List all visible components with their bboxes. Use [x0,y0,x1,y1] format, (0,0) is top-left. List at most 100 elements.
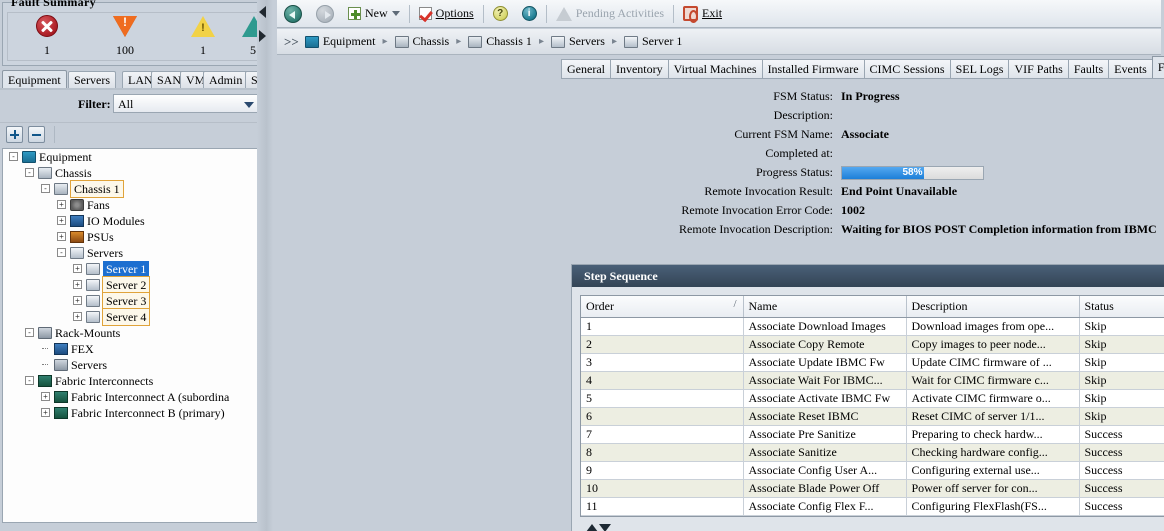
column-header-description[interactable]: Description [906,296,1080,318]
table-row[interactable]: 9 Associate Config User A... Configuring e… [581,461,1164,480]
left-tab-equipment[interactable]: Equipment [2,70,67,89]
tab-cimc-sessions[interactable]: CIMC Sessions [863,59,951,78]
table-row[interactable]: 10 Associate Blade Power Off Power off ser… [581,479,1164,498]
tree-expander-collapse-icon[interactable]: - [25,168,34,177]
help-button[interactable]: ? [486,1,515,27]
server-icon [550,35,565,48]
table-row[interactable]: 8 Associate Sanitize Checking hardware con… [581,443,1164,462]
tree-expander-collapse-icon[interactable]: - [9,152,18,161]
tree-node-psus[interactable]: + PSUs [3,229,269,245]
cell-status: Skip [1079,335,1164,354]
tree-node-chassis[interactable]: - Chassis [3,165,269,181]
cell-name: Associate Blade Power Off [743,479,907,498]
progress-bar: 58% [841,166,984,180]
tab-events[interactable]: Events [1108,59,1153,78]
scroll-down-arrow-icon[interactable] [599,524,611,531]
breadcrumb-item-server-1[interactable]: Server 1 [624,34,682,49]
column-header-status[interactable]: Status [1079,296,1164,318]
table-row[interactable]: 3 Associate Update IBMC Fw Update CIMC fir… [581,353,1164,372]
tree-expander-expand-icon[interactable]: + [73,280,82,289]
tree-expander-expand-icon[interactable]: + [73,312,82,321]
cell-status: Success [1079,497,1164,516]
tree-node-fans[interactable]: + Fans [3,197,269,213]
tree-node-server-2[interactable]: + Server 2 [3,276,269,294]
tree-expander-collapse-icon[interactable]: - [41,184,50,193]
tree-expander-expand-icon[interactable]: + [73,264,82,273]
fault-summary-title: Fault Summary [11,0,96,9]
table-scroll-arrows[interactable] [586,524,611,531]
tree-node-fex[interactable]: FEX [3,341,269,357]
tab-fsm[interactable]: FSM [1151,56,1164,78]
tree-expander-collapse-icon[interactable]: - [57,248,66,257]
step-sequence-table-container[interactable]: Order/NameDescriptionStatusTimestampTry … [580,295,1164,517]
breadcrumb-item-chassis[interactable]: Chassis [394,34,449,49]
tab-inventory[interactable]: Inventory [609,59,669,78]
breadcrumb-item-servers[interactable]: Servers [550,34,605,49]
tree-node-servers[interactable]: - Servers [3,245,269,261]
tree-node-io-modules[interactable]: + IO Modules [3,213,269,229]
expand-all-button[interactable] [6,126,23,143]
tab-general[interactable]: General [561,59,611,78]
breadcrumb-item-chassis-1[interactable]: Chassis 1 [468,34,532,49]
exit-button[interactable]: Exit [676,1,729,27]
column-header-name[interactable]: Name [743,296,907,318]
tree-node-equipment[interactable]: - Equipment [3,149,269,165]
column-header-order[interactable]: Order / [581,296,744,318]
fault-summary-major[interactable]: 100 [86,15,164,58]
info-button[interactable]: i [515,1,544,27]
options-button[interactable]: Options [412,1,481,27]
tab-virtual-machines[interactable]: Virtual Machines [667,59,763,78]
tab-installed-firmware[interactable]: Installed Firmware [761,59,865,78]
table-row[interactable]: 6 Associate Reset IBMC Reset CIMC of serve… [581,407,1164,426]
left-tab-admin[interactable]: Admin [203,71,249,89]
tree-expander-expand-icon[interactable]: + [57,200,66,209]
tab-sel-logs[interactable]: SEL Logs [949,59,1010,78]
equipment-tree[interactable]: - Equipment - Chassis - Chassis 1 + Fans + IO Mod… [2,148,270,523]
tree-node-chassis-1[interactable]: - Chassis 1 [3,180,269,198]
tree-node-fabric-interconnect-b-primary[interactable]: + Fabric Interconnect B (primary) [3,405,269,421]
tree-expander-expand-icon[interactable]: + [41,392,50,401]
tree-expander-expand-icon[interactable]: + [57,232,66,241]
tree-expander-collapse-icon[interactable]: - [25,376,34,385]
chevron-down-icon[interactable] [391,11,400,16]
collapse-all-button[interactable] [28,126,45,143]
new-button[interactable]: New [341,1,407,27]
tree-expander-collapse-icon[interactable]: - [25,328,34,337]
cell-status: Skip [1079,407,1164,426]
fault-summary-minor[interactable]: 1 [164,15,242,58]
cell-name: Associate Config Flex F... [743,497,907,516]
tab-faults[interactable]: Faults [1067,59,1110,78]
tree-expander-expand-icon[interactable]: + [73,296,82,305]
scroll-up-arrow-icon[interactable] [586,524,598,531]
expand-left-arrow-icon[interactable] [259,30,266,42]
tree-node-server-1[interactable]: + Server 1 [3,261,269,277]
back-button[interactable] [277,1,309,27]
tree-node-fabric-interconnects[interactable]: - Fabric Interconnects [3,373,269,389]
tree-node-server-3[interactable]: + Server 3 [3,292,269,310]
tree-expander-expand-icon[interactable]: + [57,216,66,225]
cell-order: 5 [581,389,744,408]
fault-summary-critical[interactable]: 1 [8,15,86,58]
panel-splitter[interactable] [257,0,273,531]
tree-node-fabric-interconnect-a-subordina[interactable]: + Fabric Interconnect A (subordina [3,389,269,405]
info-icon: i [521,6,537,21]
collapse-left-arrow-icon[interactable] [259,6,266,18]
tree-node-servers[interactable]: Servers [3,357,269,373]
tree-node-server-4[interactable]: + Server 4 [3,308,269,326]
table-row[interactable]: 7 Associate Pre Sanitize Preparing to chec… [581,425,1164,444]
left-tab-servers[interactable]: Servers [68,71,116,89]
table-row[interactable]: 11 Associate Config Flex F... Configuring … [581,497,1164,516]
tab-vif-paths[interactable]: VIF Paths [1008,59,1069,78]
filter-value: All [118,97,134,111]
table-row[interactable]: 1 Associate Download Images Download image… [581,317,1164,336]
table-row[interactable]: 2 Associate Copy Remote Copy images to pee… [581,335,1164,354]
filter-select[interactable]: All [113,94,260,113]
breadcrumb-item-equipment[interactable]: Equipment [304,34,376,49]
breadcrumb-expand-icon[interactable]: >> [284,34,299,50]
cell-order: 8 [581,443,744,462]
table-row[interactable]: 5 Associate Activate IBMC Fw Activate CIMC… [581,389,1164,408]
tree-expander-expand-icon[interactable]: + [41,408,50,417]
breadcrumb: >> Equipment ▸ Chassis ▸ Chassis 1 ▸ Servers ▸ Se… [277,29,1161,55]
table-row[interactable]: 4 Associate Wait For IBMC... Wait for CIMC… [581,371,1164,390]
tree-node-rack-mounts[interactable]: - Rack-Mounts [3,325,269,341]
